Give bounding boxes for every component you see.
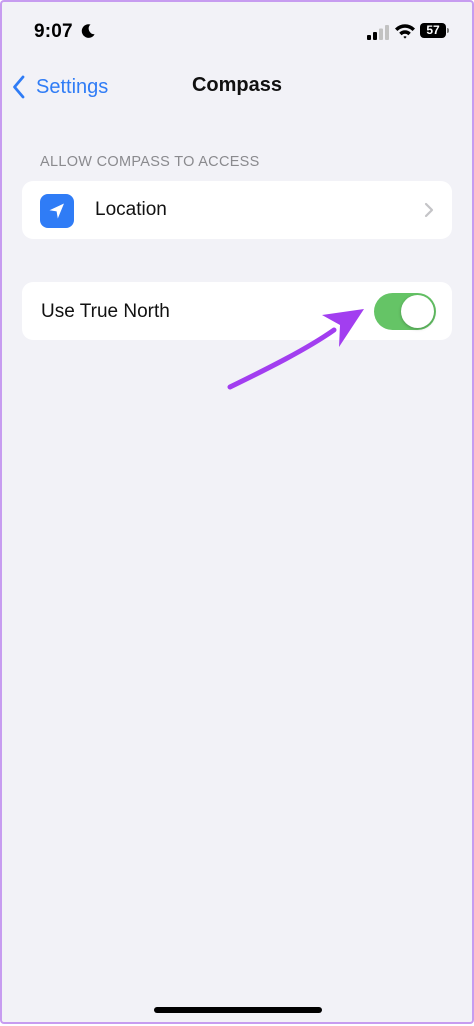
moon-icon [81,24,95,38]
annotation-arrow-icon [227,309,364,390]
true-north-label: Use True North [41,301,170,322]
settings-screen: 9:07 57 Settings Compass ALLOW COMPASS T… [2,2,472,1022]
true-north-toggle[interactable] [374,293,436,330]
status-bar: 9:07 57 [2,2,472,56]
battery-icon: 57 [420,23,452,39]
toggle-knob [401,295,434,328]
page-title: Compass [191,74,283,96]
section-header-access: ALLOW COMPASS TO ACCESS [40,154,260,170]
battery-cap [447,28,449,33]
signal-icon [367,25,389,40]
location-arrow-icon [40,194,74,228]
chevron-right-icon [424,202,434,218]
home-indicator[interactable] [154,1007,322,1013]
battery-level: 57 [420,23,446,38]
wifi-icon [395,24,415,39]
location-row[interactable]: Location [22,181,452,239]
location-group: Location [22,181,452,239]
status-time: 9:07 [34,21,73,42]
location-label: Location [95,199,167,220]
